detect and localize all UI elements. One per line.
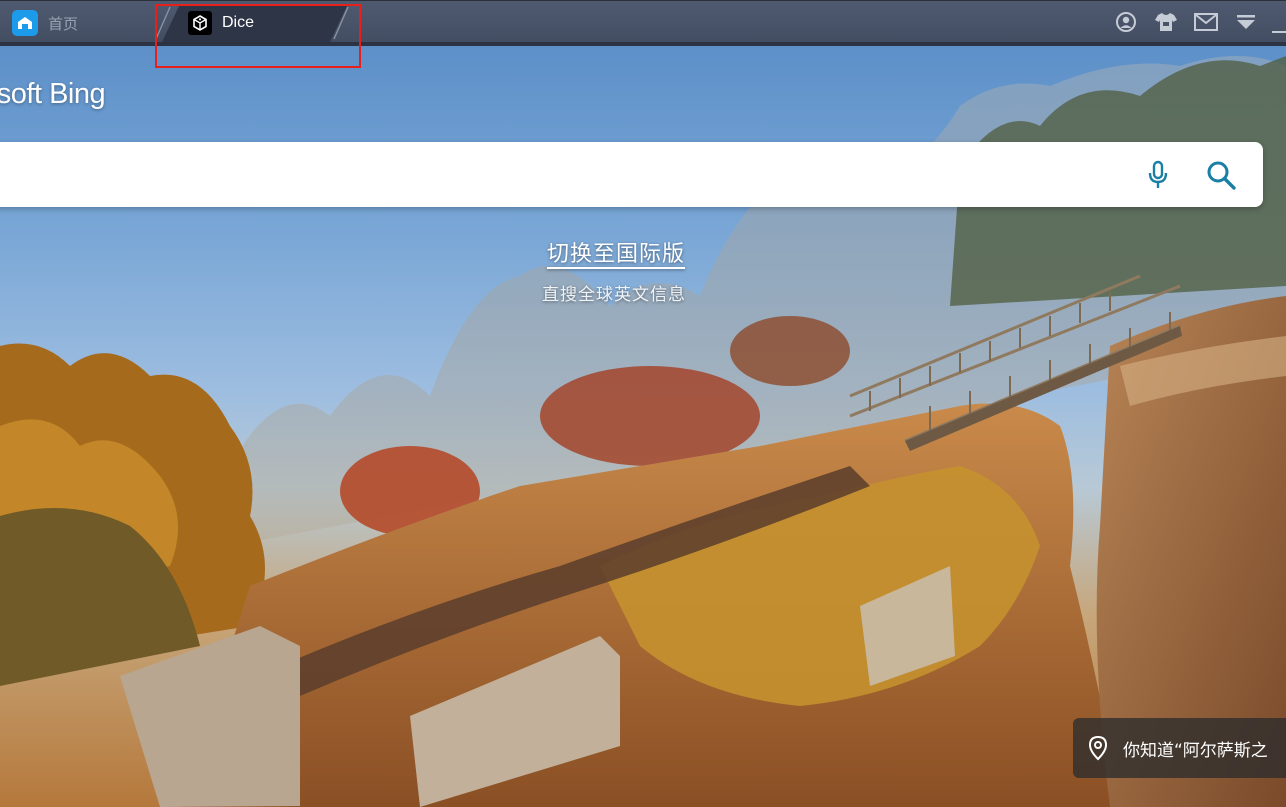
tab-home-label: 首页 (48, 14, 79, 33)
image-info-card[interactable]: 你知道“阿尔萨斯之 (1073, 718, 1286, 778)
tab-bar: 首页 Dice (0, 0, 1286, 43)
tab-dice-label: Dice (222, 14, 255, 31)
switch-international-subtitle: 直搜全球英文信息 (542, 285, 686, 305)
image-info-text: 你知道“阿尔萨斯之 (1123, 740, 1268, 761)
minimize-icon (1272, 31, 1286, 33)
mail-button[interactable] (1186, 7, 1226, 37)
dice-icon (188, 11, 212, 35)
tab-dice[interactable]: Dice (162, 4, 348, 42)
tab-separator (333, 6, 349, 40)
tab-actions (1106, 7, 1286, 37)
minimize-button[interactable] (1266, 7, 1286, 37)
microphone-icon (1148, 160, 1168, 188)
tab-bar-underline (0, 42, 1286, 46)
location-pin-icon (1087, 735, 1109, 761)
home-icon (12, 10, 38, 36)
shirt-icon (1155, 13, 1177, 31)
switch-international-link[interactable]: 切换至国际版 (547, 236, 685, 268)
account-icon (1116, 12, 1136, 32)
voice-search-button[interactable] (1142, 158, 1174, 192)
tab-home[interactable]: 首页 (0, 4, 168, 42)
search-input[interactable] (10, 152, 1094, 198)
search-button[interactable] (1202, 156, 1240, 194)
search-box (0, 142, 1263, 207)
dropdown-icon (1237, 15, 1255, 29)
bing-logo[interactable]: rosoft Bing (0, 78, 106, 111)
search-icon (1207, 161, 1236, 190)
app-window: 首页 Dice soft Bing 切换至国际版 直搜全球英文信息 你知道“阿尔… (0, 0, 1286, 807)
account-button[interactable] (1106, 7, 1146, 37)
menu-button[interactable] (1226, 7, 1266, 37)
mail-icon (1194, 13, 1218, 31)
skin-button[interactable] (1146, 7, 1186, 37)
